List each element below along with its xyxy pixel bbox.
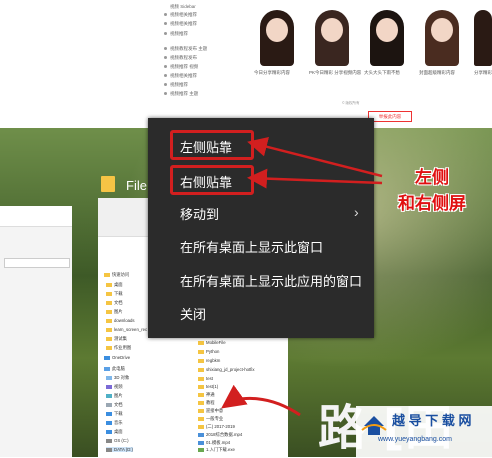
annotation-line: 和右侧屏 [398,194,466,214]
watermark-name: 越 导 下 载 网 [392,413,472,428]
arrow-bottom-decoration [221,384,301,417]
arrow-to-snap-left [247,136,383,178]
arrow-to-snap-right [247,168,383,189]
watermark-url: www.yueyangbang.com [378,436,452,443]
annotation-line: 左侧 [415,168,449,188]
annotation-label: 左侧 和右侧屏 [372,165,492,217]
watermark-logo-icon [361,416,387,435]
